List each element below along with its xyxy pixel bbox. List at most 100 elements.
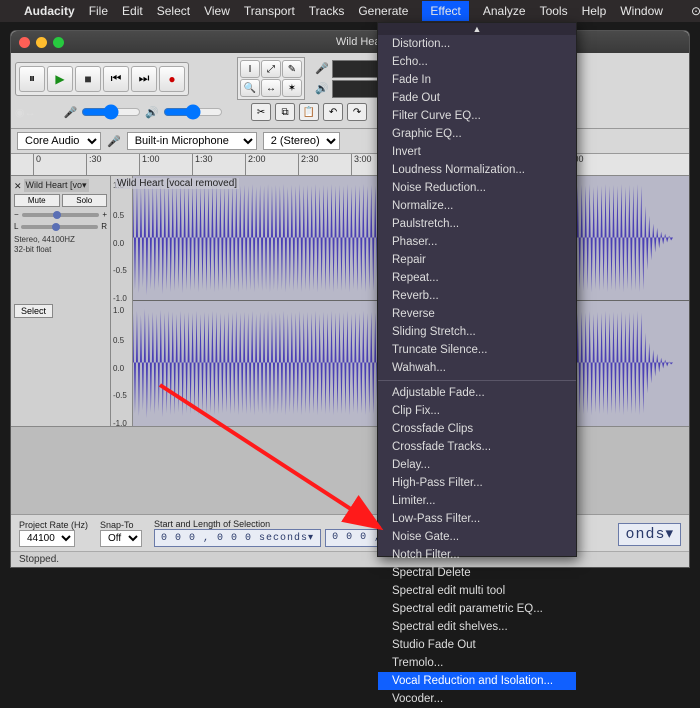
menu-scroll-up-icon[interactable]: ▲: [378, 23, 576, 35]
play-button[interactable]: ▶: [47, 66, 73, 92]
envelope-tool[interactable]: ⤢: [261, 60, 281, 78]
effect-menu-dropdown[interactable]: ▲ Distortion...Echo...Fade InFade OutFil…: [377, 22, 577, 557]
effect-menu-item[interactable]: Reverse: [378, 305, 576, 323]
effect-menu-item[interactable]: Vocal Reduction and Isolation...: [378, 672, 576, 690]
effect-menu-item[interactable]: Adjustable Fade...: [378, 384, 576, 402]
menu-effect[interactable]: Effect: [422, 1, 468, 21]
pause-button[interactable]: ⏸: [19, 66, 45, 92]
menu-select[interactable]: Select: [157, 4, 190, 18]
effect-menu-item[interactable]: Tremolo...: [378, 654, 576, 672]
effect-menu-item[interactable]: Echo...: [378, 53, 576, 71]
menu-file[interactable]: File: [89, 4, 108, 18]
record-volume-slider[interactable]: [81, 104, 141, 120]
effect-menu-item[interactable]: Reverb...: [378, 287, 576, 305]
zoom-icon[interactable]: [53, 37, 64, 48]
effect-menu-item[interactable]: Loudness Normalization...: [378, 161, 576, 179]
effect-menu-item[interactable]: Spectral edit multi tool: [378, 582, 576, 600]
pan-slider[interactable]: [21, 225, 98, 229]
track-name[interactable]: Wild Heart [vo▾: [24, 179, 89, 192]
gain-slider[interactable]: [22, 213, 100, 217]
zoom-tool[interactable]: 🔍: [240, 79, 260, 97]
effect-menu-item[interactable]: Limiter...: [378, 492, 576, 510]
menu-tools[interactable]: Tools: [540, 4, 568, 18]
record-device-select[interactable]: Built-in Microphone: [127, 132, 257, 150]
menu-window[interactable]: Window: [620, 4, 663, 18]
skip-end-button[interactable]: ⏭: [131, 66, 157, 92]
effect-menu-item[interactable]: Filter Curve EQ...: [378, 107, 576, 125]
project-rate-select[interactable]: 44100: [19, 530, 75, 547]
effect-menu-item[interactable]: Distortion...: [378, 35, 576, 53]
menu-help[interactable]: Help: [582, 4, 607, 18]
multi-tool[interactable]: ✶: [282, 79, 302, 97]
cut-button[interactable]: ✂: [251, 103, 271, 121]
effect-menu-item[interactable]: Vocoder...: [378, 690, 576, 708]
effect-menu-item[interactable]: Truncate Silence...: [378, 341, 576, 359]
effect-menu-item[interactable]: Fade In: [378, 71, 576, 89]
selection-tool[interactable]: I: [240, 60, 260, 78]
effect-menu-item[interactable]: Crossfade Clips: [378, 420, 576, 438]
track-close-icon[interactable]: ✕: [14, 181, 22, 192]
empty-track-area[interactable]: [11, 426, 689, 514]
menu-analyze[interactable]: Analyze: [483, 4, 526, 18]
record-button[interactable]: ●: [159, 66, 185, 92]
redo-button[interactable]: ↷: [347, 103, 367, 121]
effect-menu-item[interactable]: Spectral Delete: [378, 564, 576, 582]
mute-button[interactable]: Mute: [14, 194, 60, 207]
timeshift-tool[interactable]: ↔: [261, 79, 281, 97]
traffic-lights[interactable]: [19, 37, 64, 48]
track-select-button[interactable]: Select: [14, 304, 53, 318]
effect-menu-item[interactable]: Sliding Stretch...: [378, 323, 576, 341]
effect-menu-item[interactable]: Graphic EQ...: [378, 125, 576, 143]
timeline-ruler[interactable]: 0 :30 1:00 1:30 2:00 2:30 3:00 3:30 4:00…: [11, 154, 689, 176]
menu-transport[interactable]: Transport: [244, 4, 295, 18]
effect-menu-item[interactable]: Paulstretch...: [378, 215, 576, 233]
effect-menu-item[interactable]: Fade Out: [378, 89, 576, 107]
effect-menu-item[interactable]: Noise Reduction...: [378, 179, 576, 197]
menu-generate[interactable]: Generate: [358, 4, 408, 18]
effect-menu-item[interactable]: Crossfade Tracks...: [378, 438, 576, 456]
menubar-app[interactable]: Audacity: [24, 4, 75, 18]
mic-device-icon: 🎤: [107, 135, 121, 148]
track-control-panel[interactable]: ✕ Wild Heart [vo▾ Mute Solo −+ LR Stereo…: [11, 176, 111, 426]
stop-button[interactable]: ■: [75, 66, 101, 92]
effect-menu-item[interactable]: Spectral edit parametric EQ...: [378, 600, 576, 618]
wifi-icon[interactable]: ⊙: [691, 4, 700, 18]
effect-menu-item[interactable]: High-Pass Filter...: [378, 474, 576, 492]
effect-menu-item[interactable]: Delay...: [378, 456, 576, 474]
effect-menu-item[interactable]: Wahwah...: [378, 359, 576, 377]
titlebar[interactable]: Wild Heart [vocal: [11, 31, 689, 53]
menu-tracks[interactable]: Tracks: [309, 4, 345, 18]
menu-edit[interactable]: Edit: [122, 4, 143, 18]
effect-menu-item[interactable]: Clip Fix...: [378, 402, 576, 420]
effect-menu-item[interactable]: Studio Fade Out: [378, 636, 576, 654]
draw-tool[interactable]: ✎: [282, 60, 302, 78]
playhead-icon[interactable]: ◉↔: [15, 106, 36, 119]
minimize-icon[interactable]: [36, 37, 47, 48]
undo-button[interactable]: ↶: [323, 103, 343, 121]
menu-view[interactable]: View: [204, 4, 230, 18]
tick: :30: [86, 154, 102, 175]
solo-button[interactable]: Solo: [62, 194, 108, 207]
copy-button[interactable]: ⧉: [275, 103, 295, 121]
paste-button[interactable]: 📋: [299, 103, 319, 121]
clip-label[interactable]: Wild Heart [vocal removed]: [115, 178, 239, 189]
effect-menu-item[interactable]: Invert: [378, 143, 576, 161]
snap-to-select[interactable]: Off: [100, 530, 142, 547]
effect-menu-item[interactable]: Phaser...: [378, 233, 576, 251]
effect-menu-item[interactable]: Repair: [378, 251, 576, 269]
effect-menu-item[interactable]: Spectral edit shelves...: [378, 618, 576, 636]
project-rate-label: Project Rate (Hz): [19, 520, 88, 530]
audio-host-select[interactable]: Core Audio: [17, 132, 101, 150]
effect-menu-item[interactable]: Noise Gate...: [378, 528, 576, 546]
selection-start[interactable]: 0 0 0 , 0 0 0 seconds▾: [154, 529, 321, 547]
close-icon[interactable]: [19, 37, 30, 48]
playback-volume-slider[interactable]: [163, 104, 223, 120]
effect-menu-item[interactable]: Repeat...: [378, 269, 576, 287]
audio-position[interactable]: onds▾: [618, 523, 681, 546]
device-toolbar: Core Audio 🎤 Built-in Microphone 2 (Ster…: [11, 129, 689, 154]
effect-menu-item[interactable]: Low-Pass Filter...: [378, 510, 576, 528]
effect-menu-item[interactable]: Normalize...: [378, 197, 576, 215]
skip-start-button[interactable]: ⏮: [103, 66, 129, 92]
effect-menu-item[interactable]: Notch Filter...: [378, 546, 576, 564]
record-channels-select[interactable]: 2 (Stereo): [263, 132, 340, 150]
